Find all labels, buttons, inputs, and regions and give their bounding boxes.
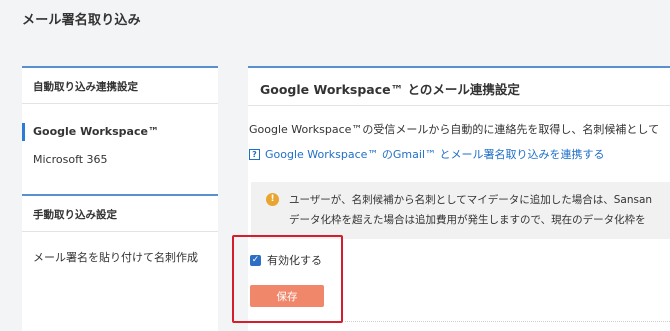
main-panel: Google Workspace™ とのメール連携設定 Google Works… [248,66,670,331]
sidebar-item-microsoft-365[interactable]: Microsoft 365 [22,146,218,174]
divider [345,321,670,322]
help-link[interactable]: ? Google Workspace™ のGmail™ とメール署名取り込みを連… [249,146,605,162]
sidebar-section-title: 手動取り込み設定 [33,209,117,221]
sidebar-section-manual: 手動取り込み設定 [22,194,218,232]
help-link-label: Google Workspace™ のGmail™ とメール署名取り込みを連携す… [265,148,605,161]
save-button[interactable]: 保存 [250,285,324,307]
main-header: Google Workspace™ とのメール連携設定 [248,66,670,106]
help-square-icon: ? [249,148,260,160]
notice-text-line-1: ユーザーが、名刺候補から名刺としてマイデータに追加した場合は、Sansan [289,194,653,206]
sidebar-section-auto: 自動取り込み連携設定 [22,66,218,104]
checkmark-icon[interactable]: ✓ [250,254,261,266]
notice-text-line-2: データ化枠を超えた場合は追加費用が発生しますので、現在のデータ化枠を [289,214,646,226]
enable-checkbox-row[interactable]: ✓ 有効化する [250,252,322,268]
page-title: メール署名取り込み [22,13,141,28]
sidebar-section-title: 自動取り込み連携設定 [33,81,138,93]
sidebar-item-paste-signature[interactable]: メール署名を貼り付けて名刺作成 [22,244,218,272]
sidebar-item-google-workspace[interactable]: Google Workspace™ [22,118,218,146]
main-title: Google Workspace™ とのメール連携設定 [260,82,520,97]
enable-checkbox-label: 有効化する [267,254,322,267]
page-header: メール署名取り込み [0,0,670,40]
sidebar: 自動取り込み連携設定 Google Workspace™ Microsoft 3… [22,66,218,331]
description-text: Google Workspace™の受信メールから自動的に連絡先を取得し、名刺候… [249,123,660,136]
warning-circle-icon: ! [266,193,279,206]
notice-box: ! ユーザーが、名刺候補から名刺としてマイデータに追加した場合は、Sansan … [251,182,670,239]
